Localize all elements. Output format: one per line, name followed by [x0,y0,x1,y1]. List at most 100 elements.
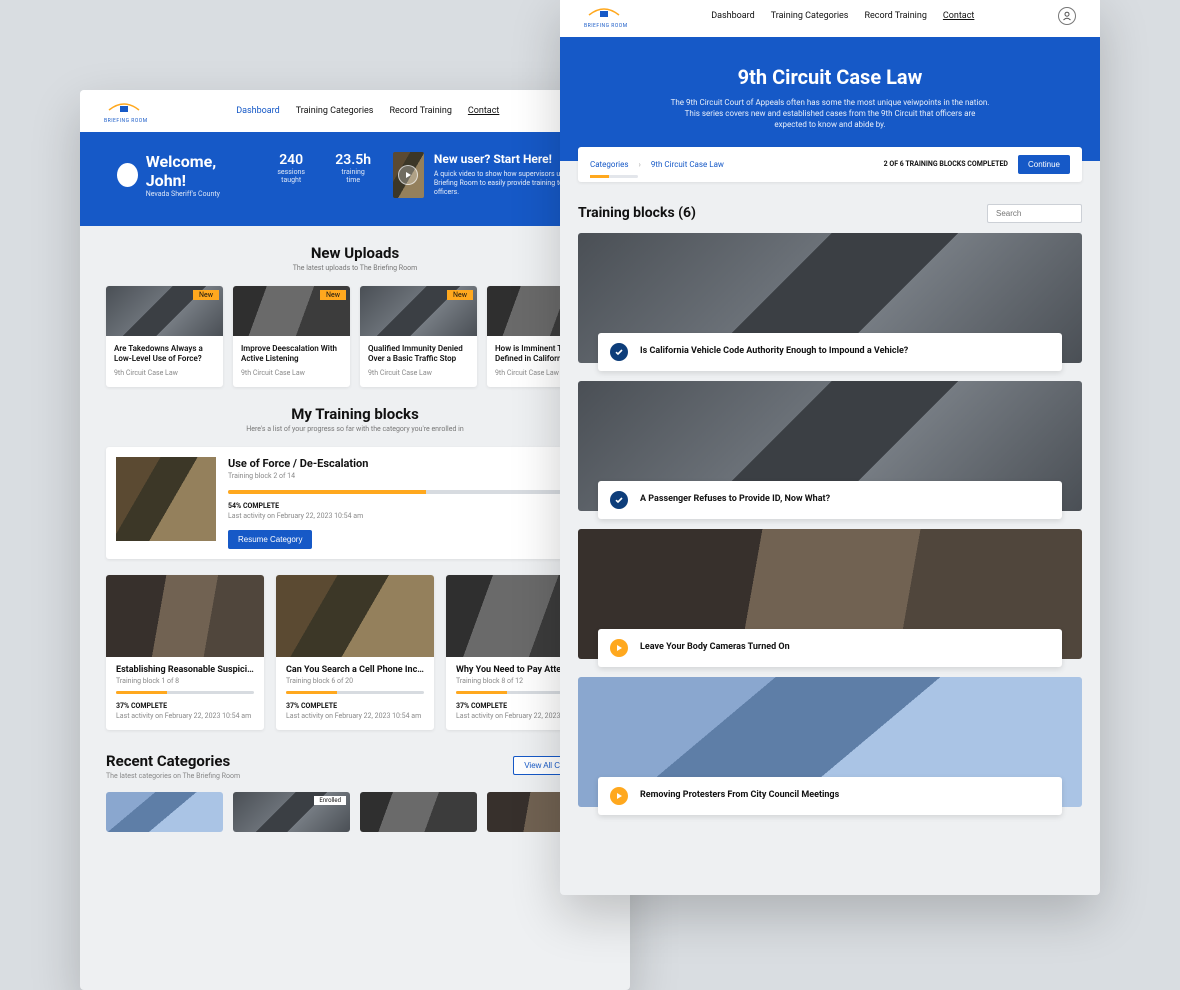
block-title: Is California Vehicle Code Authority Eno… [640,346,908,358]
featured-thumb [116,457,216,541]
upload-title: Improve Deescalation With Active Listeni… [241,344,342,365]
continue-button[interactable]: Continue [1018,155,1070,174]
upload-title: Are Takedowns Always a Low-Level Use of … [114,344,215,365]
detail-title: 9th Circuit Case Law [590,65,1070,89]
search-input[interactable] [987,204,1082,223]
nav-contact[interactable]: Contact [943,11,974,21]
block-title: Leave Your Body Cameras Turned On [640,642,790,654]
block-subtitle: Training block 6 of 20 [286,677,424,685]
nav: Dashboard Training Categories Record Tra… [711,11,974,21]
welcome-heading: Welcome, John! [146,152,247,190]
featured-percent: 54% COMPLETE [228,502,594,510]
block-title: Can You Search a Cell Phone Inci… [286,665,424,675]
recent-category-thumb[interactable] [106,792,223,832]
stat-time-label: training time [335,168,371,184]
training-block-card[interactable]: Is California Vehicle Code Authority Eno… [578,233,1082,363]
enrolled-badge: Enrolled [314,796,346,805]
start-here-thumb [393,152,424,198]
recent-category-thumb[interactable]: Enrolled [233,792,350,832]
training-block-card[interactable]: Removing Protesters From City Council Me… [578,677,1082,807]
stat-sessions: 240 sessions taught [269,152,313,184]
brand-logo[interactable]: BRIEFING ROOM [104,98,148,124]
training-block-card[interactable]: Leave Your Body Cameras Turned On [578,529,1082,659]
featured-progress [228,490,594,494]
welcome: Welcome, John! Nevada Sheriff's County [117,152,248,198]
play-icon [610,787,628,805]
user-icon [1062,11,1072,21]
brand-name: BRIEFING ROOM [584,23,628,29]
training-blocks-header: Training blocks (6) [578,204,1082,223]
new-uploads-sub: The latest uploads to The Briefing Room [106,264,604,272]
nav-dashboard[interactable]: Dashboard [711,11,755,21]
block-thumb [276,575,434,657]
recent-heading: Recent Categories [106,752,240,770]
dashboard-page: BRIEFING ROOM Dashboard Training Categor… [80,90,630,990]
detail-page: BRIEFING ROOM Dashboard Training Categor… [560,0,1100,895]
header: BRIEFING ROOM Dashboard Training Categor… [80,90,630,132]
block-title: A Passenger Refuses to Provide ID, Now W… [640,494,830,506]
header: BRIEFING ROOM Dashboard Training Categor… [560,0,1100,37]
training-block-card[interactable]: A Passenger Refuses to Provide ID, Now W… [578,381,1082,511]
upload-title: Qualified Immunity Denied Over a Basic T… [368,344,469,365]
check-icon [610,491,628,509]
recent-category-thumb[interactable] [360,792,477,832]
block-activity: Last activity on February 22, 2023 10:54… [286,712,424,720]
my-blocks-section: My Training blocks Here's a list of your… [80,387,630,832]
new-badge: New [320,290,346,300]
chevron-right-icon: › [639,160,641,169]
featured-title: Use of Force / De-Escalation [228,457,594,470]
resume-category-button[interactable]: Resume Category [228,530,312,549]
brand-logo[interactable]: BRIEFING ROOM [584,3,628,29]
new-uploads-heading: New Uploads [106,244,604,262]
nav-dashboard[interactable]: Dashboard [236,106,280,116]
my-blocks-heading: My Training blocks [106,405,604,423]
detail-desc: The 9th Circuit Court of Appeals often h… [670,97,990,131]
upload-category: 9th Circuit Case Law [368,369,469,377]
training-block-card[interactable]: Can You Search a Cell Phone Inci… Traini… [276,575,434,730]
featured-subtitle: Training block 2 of 14 [228,472,594,480]
user-avatar[interactable] [1058,7,1076,25]
detail-hero: 9th Circuit Case Law The 9th Circuit Cou… [560,37,1100,161]
stat-sessions-value: 240 [269,152,313,168]
nav-record-training[interactable]: Record Training [864,11,926,21]
upload-card[interactable]: New Qualified Immunity Denied Over a Bas… [360,286,477,387]
new-uploads-section: New Uploads The latest uploads to The Br… [80,226,630,387]
welcome-subtitle: Nevada Sheriff's County [146,190,247,198]
blocks-heading: Training blocks (6) [578,205,696,221]
featured-training-card[interactable]: Use of Force / De-Escalation Training bl… [106,447,604,559]
block-subtitle: Training block 1 of 8 [116,677,254,685]
play-icon [398,165,418,185]
training-block-card[interactable]: Establishing Reasonable Suspicion Traini… [106,575,264,730]
user-badge-avatar [117,163,138,187]
block-title: Removing Protesters From City Council Me… [640,790,839,802]
block-title: Establishing Reasonable Suspicion [116,665,254,675]
upload-category: 9th Circuit Case Law [114,369,215,377]
upload-card[interactable]: New Improve Deescalation With Active Lis… [233,286,350,387]
hero: Welcome, John! Nevada Sheriff's County 2… [80,132,630,226]
crumb-categories[interactable]: Categories [590,160,629,169]
training-blocks-list: Is California Vehicle Code Authority Eno… [560,233,1100,807]
new-badge: New [447,290,473,300]
crumb-progress-bar [590,175,638,178]
stat-time-value: 23.5h [335,152,371,168]
nav-record-training[interactable]: Record Training [389,106,451,116]
crumb-progress-label: 2 OF 6 TRAINING BLOCKS COMPLETED [884,160,1008,168]
new-badge: New [193,290,219,300]
recent-sub: The latest categories on The Briefing Ro… [106,772,240,780]
block-percent: 37% COMPLETE [116,702,254,710]
my-blocks-sub: Here's a list of your progress so far wi… [106,425,604,433]
recent-header: Recent Categories The latest categories … [106,752,604,780]
stat-time: 23.5h training time [335,152,371,184]
nav: Dashboard Training Categories Record Tra… [236,106,499,116]
block-progress [116,691,254,694]
upload-card[interactable]: New Are Takedowns Always a Low-Level Use… [106,286,223,387]
nav-training-categories[interactable]: Training Categories [296,106,374,116]
nav-training-categories[interactable]: Training Categories [771,11,849,21]
nav-contact[interactable]: Contact [468,106,499,116]
block-activity: Last activity on February 22, 2023 10:54… [116,712,254,720]
breadcrumb-card: Categories › 9th Circuit Case Law 2 OF 6… [578,147,1082,182]
crumb-current: 9th Circuit Case Law [651,160,724,169]
play-icon [610,639,628,657]
brand-name: BRIEFING ROOM [104,118,148,124]
block-thumb [106,575,264,657]
